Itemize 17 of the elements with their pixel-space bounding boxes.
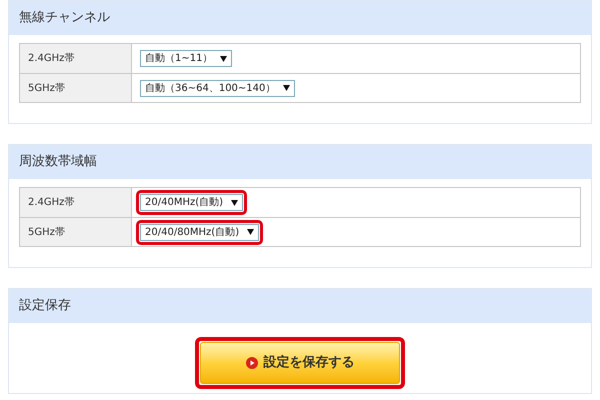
caret-icon (220, 56, 228, 62)
section-title: 無線チャンネル (9, 1, 591, 35)
caret-icon (231, 200, 238, 206)
save-button[interactable]: 設定を保存する (200, 342, 400, 384)
dropdown[interactable]: 20/40MHz(自動) (140, 194, 244, 211)
dropdown[interactable]: 20/40/80MHz(自動) (140, 224, 260, 240)
caret-icon (283, 85, 290, 91)
section-title: 設定保存 (9, 289, 591, 323)
dropdown[interactable]: 自動（1~11） (140, 50, 232, 67)
row-label: 2.4GHz帯 (20, 188, 132, 217)
row-label: 2.4GHz帯 (20, 44, 132, 73)
section-title: 周波数帯域幅 (9, 145, 591, 179)
play-icon (246, 357, 258, 369)
dropdown[interactable]: 自動（36~64、100~140） (140, 80, 296, 96)
caret-icon (247, 229, 254, 235)
row-label: 5GHz帯 (20, 218, 132, 246)
row-label: 5GHz帯 (20, 74, 132, 102)
